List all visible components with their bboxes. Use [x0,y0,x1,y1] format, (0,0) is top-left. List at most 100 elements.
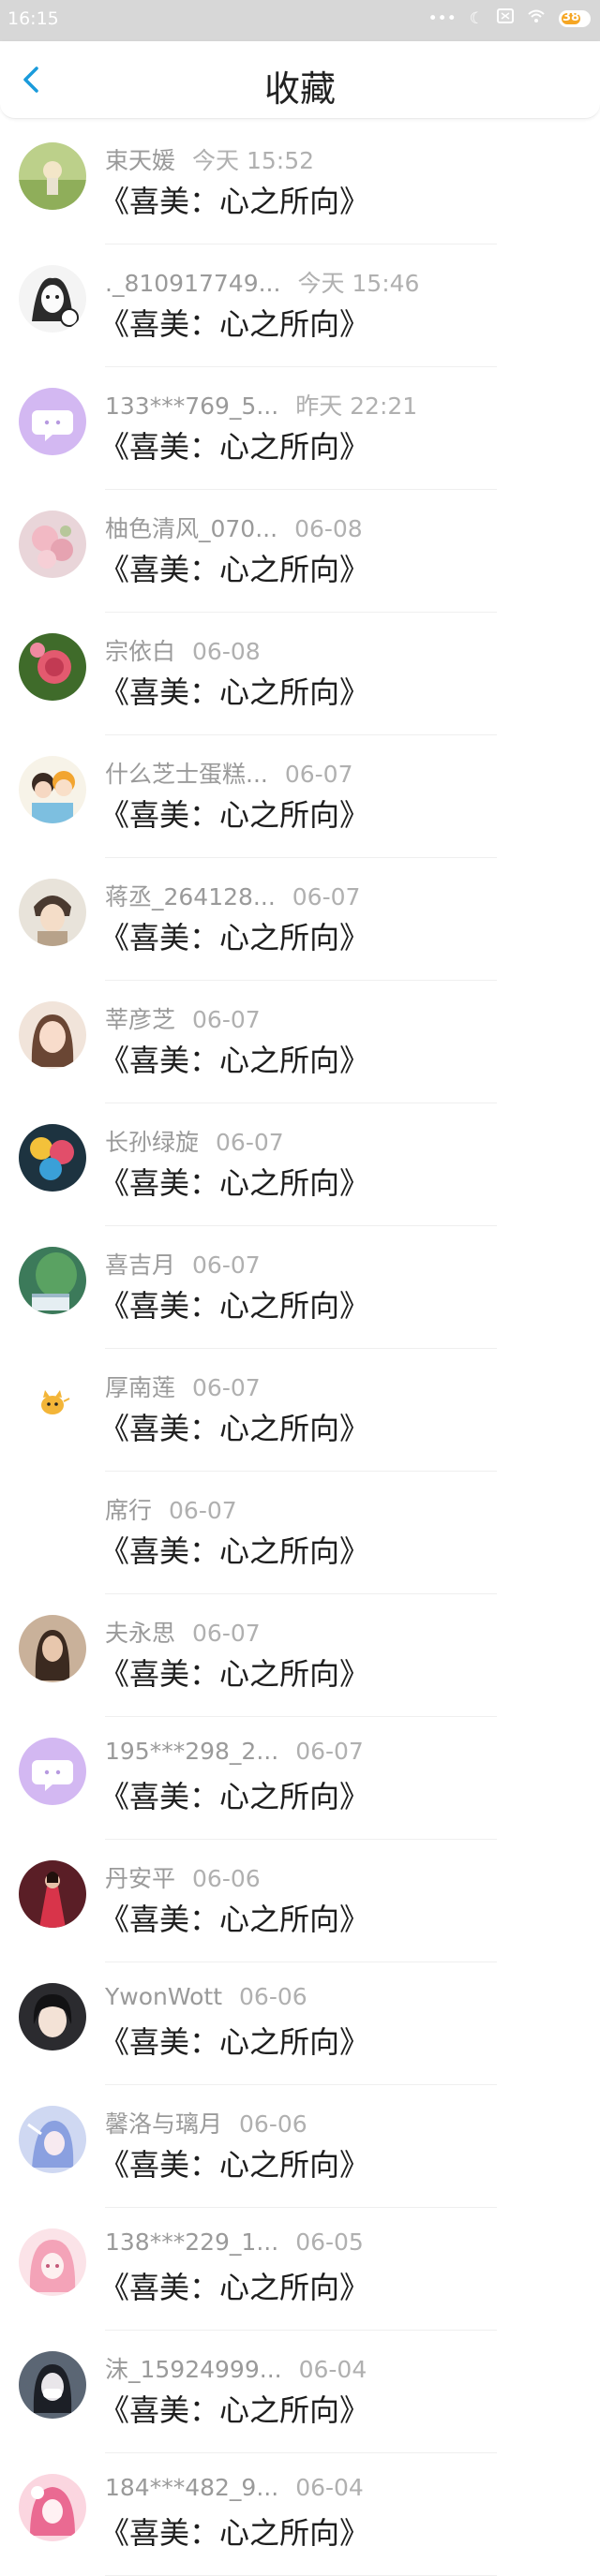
item-meta: 133***769_5... 昨天 22:21 [105,388,417,422]
avatar[interactable] [19,1738,86,1805]
timestamp: 06-07 [192,1374,261,1401]
list-item[interactable]: 什么芝士蛋糕... 06-07 《喜美：心之所向》 [0,735,600,858]
user-name[interactable]: 丹安平 [105,1860,175,1894]
list-item[interactable]: 蒋丞_264128... 06-07 《喜美：心之所向》 [0,858,600,981]
battery-icon: 38 [559,9,591,27]
list-item[interactable]: 厚南莲 06-07 《喜美：心之所向》 [0,1349,600,1472]
avatar[interactable] [19,142,86,210]
item-title[interactable]: 《喜美：心之所向》 [99,2141,369,2184]
avatar[interactable] [19,1615,86,1682]
user-name[interactable]: 喜吉月 [105,1247,175,1281]
list-item[interactable]: 138***229_1... 06-05 《喜美：心之所向》 [0,2208,600,2331]
avatar[interactable] [19,1492,86,1560]
item-title[interactable]: 《喜美：心之所向》 [99,792,369,835]
avatar[interactable] [19,265,86,333]
user-name[interactable]: 184***482_9... [105,2474,278,2501]
user-name[interactable]: 束天媛 [105,142,175,176]
timestamp: 06-07 [192,1620,261,1647]
avatar[interactable] [19,2106,86,2173]
user-name[interactable]: YwonWott [105,1983,222,2010]
avatar[interactable] [19,1983,86,2050]
timestamp: 06-07 [295,1738,364,1765]
avatar[interactable] [19,633,86,701]
list-item[interactable]: 莘彦芝 06-07 《喜美：心之所向》 [0,981,600,1103]
user-name[interactable]: 什么芝士蛋糕... [105,756,268,790]
item-title[interactable]: 《喜美：心之所向》 [99,1528,369,1571]
avatar[interactable] [19,1369,86,1437]
user-name[interactable]: 夫永思 [105,1615,175,1649]
item-meta: 柚色清风_070... 06-08 [105,511,363,544]
item-title[interactable]: 《喜美：心之所向》 [99,2509,369,2553]
avatar[interactable] [19,511,86,578]
avatar[interactable] [19,1247,86,1314]
item-title[interactable]: 《喜美：心之所向》 [99,301,369,344]
user-name[interactable]: ._810917749... [105,270,280,297]
timestamp: 06-07 [192,1251,261,1279]
list-item[interactable]: 馨洛与璃月 06-06 《喜美：心之所向》 [0,2085,600,2208]
item-title[interactable]: 《喜美：心之所向》 [99,669,369,712]
user-name[interactable]: 蒋丞_264128... [105,879,276,912]
item-title[interactable]: 《喜美：心之所向》 [99,1405,369,1448]
list-item[interactable]: 沫_15924999... 06-04 《喜美：心之所向》 [0,2331,600,2453]
item-meta: 蒋丞_264128... 06-07 [105,879,360,912]
list-item[interactable]: 195***298_2... 06-07 《喜美：心之所向》 [0,1717,600,1840]
avatar[interactable] [19,756,86,823]
more-dots-icon: ••• [428,8,457,28]
item-title[interactable]: 《喜美：心之所向》 [99,546,369,589]
list-item[interactable]: 束天媛 今天 15:52 《喜美：心之所向》 [0,122,600,244]
user-name[interactable]: 莘彦芝 [105,1001,175,1035]
timestamp: 今天 15:52 [192,147,315,174]
list-item[interactable]: 夫永思 06-07 《喜美：心之所向》 [0,1594,600,1717]
avatar[interactable] [19,1860,86,1928]
avatar[interactable] [19,2228,86,2296]
item-title[interactable]: 《喜美：心之所向》 [99,1651,369,1694]
avatar[interactable] [19,388,86,455]
item-title[interactable]: 《喜美：心之所向》 [99,1037,369,1080]
item-title[interactable]: 《喜美：心之所向》 [99,423,369,466]
avatar[interactable] [19,2474,86,2541]
avatar[interactable] [19,2351,86,2419]
item-meta: 馨洛与璃月 06-06 [105,2106,308,2139]
list-item[interactable]: 宗依白 06-08 《喜美：心之所向》 [0,613,600,735]
item-meta: 莘彦芝 06-07 [105,1001,261,1035]
list-item[interactable]: 丹安平 06-06 《喜美：心之所向》 [0,1840,600,1962]
user-name[interactable]: 馨洛与璃月 [105,2106,222,2139]
list-item[interactable]: ._810917749... 今天 15:46 《喜美：心之所向》 [0,244,600,367]
user-name[interactable]: 195***298_2... [105,1738,278,1765]
timestamp: 06-08 [294,515,363,542]
status-icons: ••• ☾ 38 [428,8,591,28]
avatar[interactable] [19,879,86,946]
timestamp: 06-07 [216,1129,284,1156]
item-meta: 195***298_2... 06-07 [105,1738,364,1765]
avatar[interactable] [19,1124,86,1192]
item-title[interactable]: 《喜美：心之所向》 [99,1160,369,1203]
list-item[interactable]: 席行 06-07 《喜美：心之所向》 [0,1472,600,1594]
item-title[interactable]: 《喜美：心之所向》 [99,2019,369,2062]
item-title[interactable]: 《喜美：心之所向》 [99,914,369,957]
item-title[interactable]: 《喜美：心之所向》 [99,1896,369,1939]
item-title[interactable]: 《喜美：心之所向》 [99,1773,369,1816]
item-title[interactable]: 《喜美：心之所向》 [99,1282,369,1325]
user-name[interactable]: 长孙绿旋 [105,1124,199,1158]
user-name[interactable]: 席行 [105,1492,152,1526]
avatar[interactable] [19,1001,86,1069]
list-item[interactable]: 喜吉月 06-07 《喜美：心之所向》 [0,1226,600,1349]
item-title[interactable]: 《喜美：心之所向》 [99,178,369,221]
item-meta: 长孙绿旋 06-07 [105,1124,284,1158]
user-name[interactable]: 133***769_5... [105,392,278,420]
list-item[interactable]: YwonWott 06-06 《喜美：心之所向》 [0,1962,600,2085]
list-item[interactable]: 长孙绿旋 06-07 《喜美：心之所向》 [0,1103,600,1226]
user-name[interactable]: 沫_15924999... [105,2351,282,2385]
list-item[interactable]: 133***769_5... 昨天 22:21 《喜美：心之所向》 [0,367,600,490]
item-title[interactable]: 《喜美：心之所向》 [99,2264,369,2307]
list-item[interactable]: 184***482_9... 06-04 《喜美：心之所向》 [0,2453,600,2576]
user-name[interactable]: 宗依白 [105,633,175,667]
timestamp: 昨天 22:21 [295,392,418,420]
item-title[interactable]: 《喜美：心之所向》 [99,2387,369,2430]
list-item[interactable]: 柚色清风_070... 06-08 《喜美：心之所向》 [0,490,600,613]
wifi-icon [527,8,546,28]
item-meta: 席行 06-07 [105,1492,237,1526]
user-name[interactable]: 138***229_1... [105,2228,278,2256]
user-name[interactable]: 厚南莲 [105,1369,175,1403]
user-name[interactable]: 柚色清风_070... [105,511,278,544]
